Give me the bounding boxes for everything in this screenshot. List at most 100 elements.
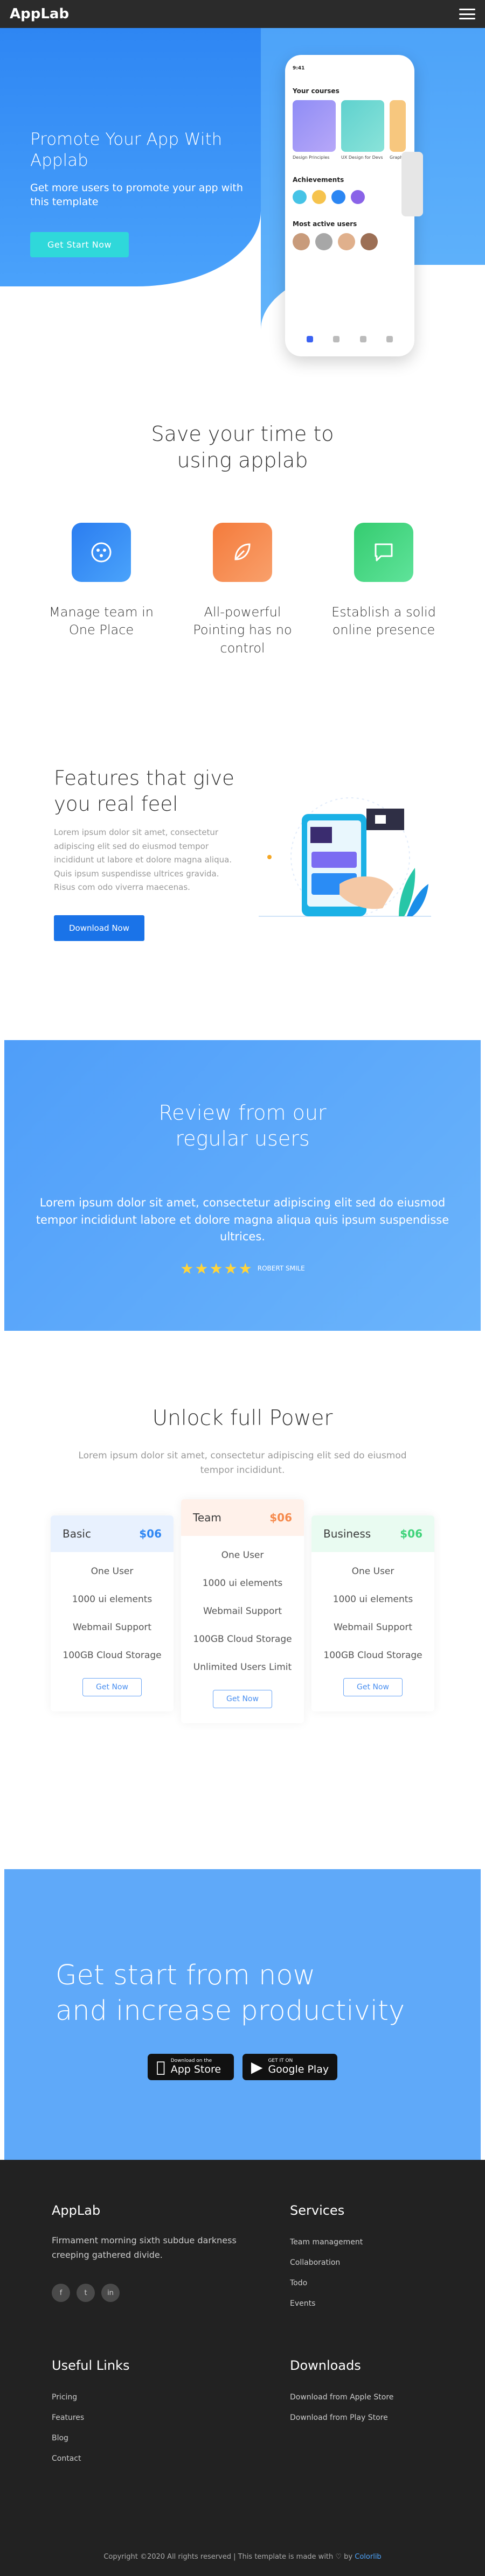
plan-feature: Webmail Support [203,1606,282,1617]
pricing-title: Unlock full Power [152,1406,333,1430]
feature-label: Establish a solid online presence [331,604,436,638]
features-text: Lorem ipsum dolor sit amet, consectetur … [54,827,232,893]
footer-brand: AppLab [52,2203,101,2218]
plan-header: Basic $06 [51,1515,174,1553]
course-label: UX Design for Devs [341,155,383,160]
plan-name: Team [193,1511,221,1525]
get-now-button[interactable]: Get Now [82,1678,142,1697]
get-start-button[interactable]: Get Start Now [30,231,129,257]
feature-cards: Manage team in One Place All-powerful Po… [0,507,485,658]
phone-courses: Design Principles UX Design for Devs Gra… [293,100,407,160]
hero-right: 9:41 Your courses Design Principles UX D… [261,28,485,405]
footer: AppLab Firmament morning sixth subdue da… [0,2160,485,2576]
apple-icon:  [156,2058,165,2076]
plan-feature: Webmail Support [333,1622,413,1633]
footer-link[interactable]: Pricing [52,2387,242,2407]
footer-useful-links: Useful Links Pricing Features Blog Conta… [4,2354,242,2515]
plan-card-business: Business $06 One User 1000 ui elements W… [311,1515,434,1712]
hero-subtitle: Get more users to promote your app with … [30,181,243,208]
colorlib-link[interactable]: Colorlib [355,2553,381,2561]
course-card: UX Design for Devs [341,100,384,160]
footer-services: Services Team management Collaboration T… [242,2171,481,2354]
save-title: Save your time to using applab [151,422,334,473]
plan-feature: 1000 ui elements [202,1578,283,1589]
plan-name: Basic [63,1527,91,1541]
plan-feature: Unlimited Users Limit [193,1662,292,1673]
pricing-section: Unlock full Power Lorem ipsum dolor sit … [0,1331,485,1869]
download-now-button[interactable]: Download Now [54,915,144,941]
plan-header: Business $06 [311,1515,434,1553]
footer-link[interactable]: Collaboration [290,2252,481,2273]
avatar [293,233,310,250]
hero-left: Promote Your App With Applab Get more us… [0,28,261,405]
phone-courses-title: Your courses [293,87,340,95]
phone-achievements-title: Achievements [293,176,344,184]
course-card: Design Principles [293,100,336,160]
brand-logo[interactable]: AppLab [10,6,69,22]
badge-icon [331,190,345,204]
pricing-subtitle: Lorem ipsum dolor sit amet, consectetur … [78,1450,407,1476]
app-store-button[interactable]:  Download on the App Store [147,2053,234,2080]
footer-link[interactable]: Download from Play Store [290,2407,481,2428]
social-links: f t in [52,2284,242,2303]
plan-feature: One User [351,1566,394,1577]
plan-header: Team $06 [181,1499,304,1536]
facebook-icon[interactable]: f [52,2284,70,2303]
footer-link[interactable]: Contact [52,2448,242,2469]
plan-price: $06 [269,1511,292,1525]
reviewer-name: ROBERT SMILE [257,1265,305,1272]
avatar [315,233,332,250]
plan-features: One User 1000 ui elements Webmail Suppor… [311,1552,434,1678]
footer-link[interactable]: Todo [290,2273,481,2293]
feature-card: Manage team in One Place [37,507,166,658]
store-badges:  Download on the App Store ▶ GET IT ON … [4,2053,481,2080]
get-now-button[interactable]: Get Now [213,1690,272,1709]
footer-link[interactable]: Blog [52,2428,242,2448]
badge-icon [293,190,307,204]
features-title: Features that give you real feel [54,767,234,816]
badge-icon [312,190,326,204]
plan-features: One User 1000 ui elements Webmail Suppor… [51,1552,174,1678]
phone-time: 9:41 [293,66,305,71]
google-play-button[interactable]: ▶ GET IT ON Google Play [242,2053,338,2080]
downloads-title: Downloads [290,2358,361,2373]
footer-about: AppLab Firmament morning sixth subdue da… [4,2171,242,2354]
feature-label: Manage team in One Place [49,604,154,638]
footer-link[interactable]: Download from Apple Store [290,2387,481,2407]
features-illustration [242,739,485,1040]
chat-icon [354,522,413,582]
menu-icon[interactable] [459,9,475,19]
pricing-plans: Basic $06 One User 1000 ui elements Webm… [0,1499,485,1724]
copyright: Copyright ©2020 All rights reserved | Th… [4,2515,481,2576]
hero-section: Promote Your App With Applab Get more us… [0,28,485,405]
twitter-icon[interactable]: t [77,2284,95,2303]
footer-link[interactable]: Team management [290,2232,481,2252]
plan-feature: Webmail Support [72,1622,152,1633]
active-users [293,233,407,250]
instagram-icon[interactable]: in [101,2284,120,2303]
plan-card-basic: Basic $06 One User 1000 ui elements Webm… [51,1515,174,1712]
badge-icon [351,190,365,204]
achievement-badges [293,190,407,204]
avatar [338,233,355,250]
links-title: Useful Links [52,2358,130,2373]
review-rating: ★★★★★ ROBERT SMILE [4,1260,481,1278]
plan-card-team: Team $06 One User 1000 ui elements Webma… [181,1499,304,1724]
leaf-icon [213,522,272,582]
plan-feature: 100GB Cloud Storage [63,1650,162,1661]
get-now-button[interactable]: Get Now [343,1678,403,1697]
hero-title: Promote Your App With Applab [30,130,223,170]
features-content: Features that give you real feel Lorem i… [0,739,242,1040]
feature-label: All-powerful Pointing has no control [193,604,292,656]
course-label: Design Principles [293,155,330,160]
feature-card: Establish a solid online presence [319,507,448,658]
review-text: Lorem ipsum dolor sit amet, consectetur … [36,1196,449,1243]
phone-hand-illustration [259,797,431,917]
course-card: Graphic [390,100,406,160]
plan-feature: One User [221,1550,264,1561]
footer-link[interactable]: Features [52,2407,242,2428]
footer-link[interactable]: Events [290,2293,481,2314]
phone-mockup: 9:41 Your courses Design Principles UX D… [285,55,423,356]
save-time-section: Save your time to using applab Manage te… [0,405,485,739]
footer-about-text: Firmament morning sixth subdue darkness … [52,2235,237,2261]
